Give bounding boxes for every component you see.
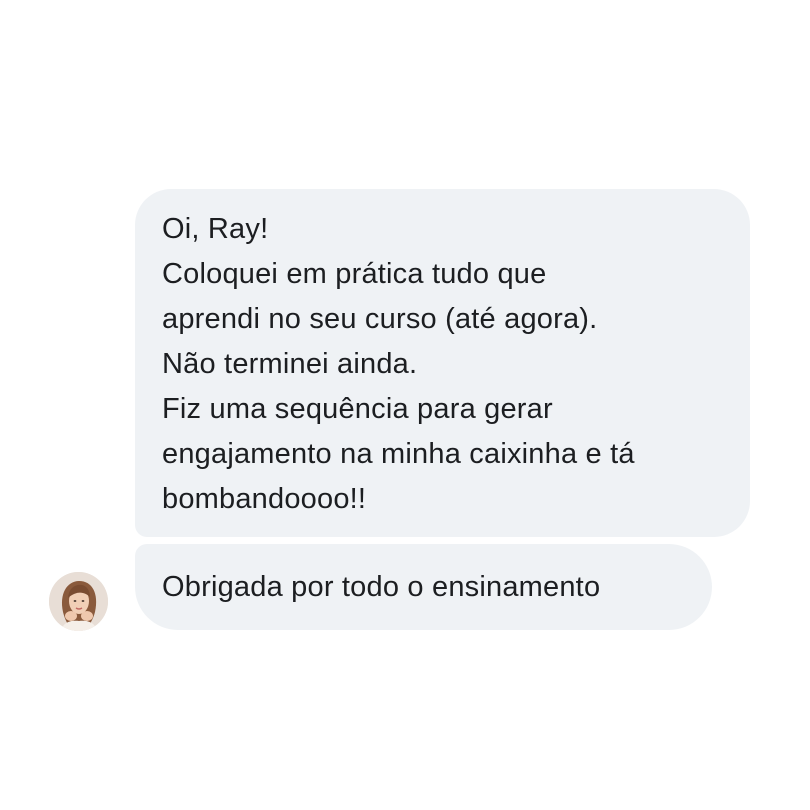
message-line: Oi, Ray!	[162, 213, 269, 245]
message-line: Obrigada por todo o ensinamento	[162, 570, 601, 603]
message-line: engajamento na minha caixinha e tá	[162, 438, 635, 470]
message-bubble[interactable]: Oi, Ray! Coloquei em prática tudo que ap…	[135, 189, 750, 537]
chat-conversation: Oi, Ray! Coloquei em prática tudo que ap…	[0, 0, 810, 810]
user-avatar-icon	[49, 572, 108, 631]
message-line: bombandoooo!!	[162, 483, 367, 515]
message-bubble[interactable]: Obrigada por todo o ensinamento	[135, 544, 712, 630]
message-line: aprendi no seu curso (até agora).	[162, 303, 598, 335]
message-line: Coloquei em prática tudo que	[162, 258, 547, 290]
message-line: Fiz uma sequência para gerar	[162, 393, 553, 425]
sender-avatar[interactable]	[49, 572, 108, 631]
message-line: Não terminei ainda.	[162, 348, 418, 380]
